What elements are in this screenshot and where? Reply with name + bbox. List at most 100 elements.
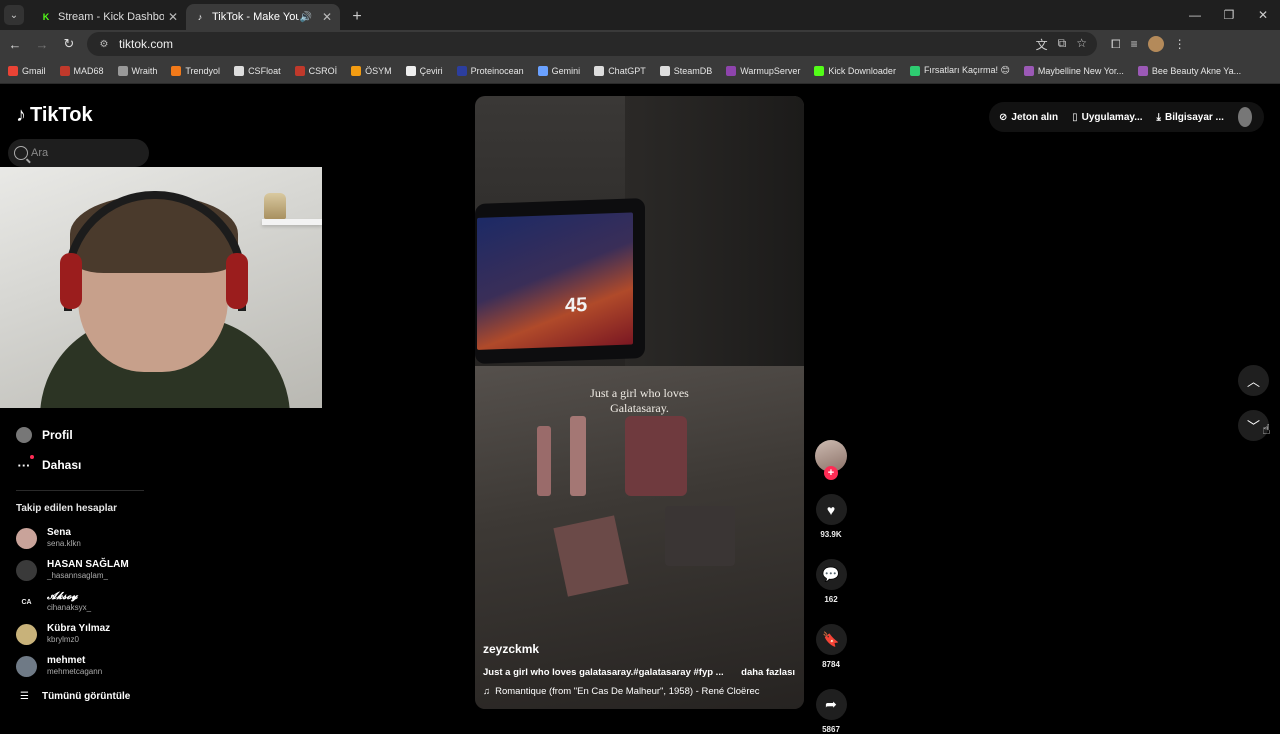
bookmark-favicon-icon bbox=[456, 65, 467, 76]
following-title: Takip edilen hesaplar bbox=[16, 503, 117, 514]
avatar bbox=[16, 655, 37, 677]
chevron-down-icon: ﹀ bbox=[1246, 419, 1260, 434]
bookmark-item[interactable]: CSFloat bbox=[234, 65, 281, 76]
bookmark-item[interactable]: Kick Downloader bbox=[814, 65, 896, 76]
address-bar[interactable]: ⚙ tiktok.com 文 ⧉ ☆ bbox=[87, 32, 1097, 56]
tab-title: TikTok - Make Your Day bbox=[212, 11, 300, 23]
top-actions-bar: ⊘ Jeton alın ▯ Uygulamay... ⤓ Bilgisayar ..… bbox=[989, 102, 1264, 132]
bookmark-star-icon[interactable]: ☆ bbox=[1076, 36, 1087, 53]
browser-toolbar: ← → ↻ ⚙ tiktok.com 文 ⧉ ☆ ⧠ ≡ ⋮ bbox=[0, 30, 1280, 58]
phone-icon: ▯ bbox=[1072, 111, 1078, 123]
window-close-icon[interactable]: ✕ bbox=[1246, 0, 1280, 30]
bookmark-item[interactable]: CSROİ bbox=[294, 65, 338, 76]
following-account[interactable]: mehmet mehmetcagann bbox=[16, 655, 102, 677]
url-text: tiktok.com bbox=[119, 37, 174, 51]
translate-icon[interactable]: 文 bbox=[1036, 36, 1048, 53]
bookmark-item[interactable]: SteamDB bbox=[659, 65, 712, 76]
speaker-icon[interactable]: 🔊 bbox=[299, 12, 311, 23]
video-author[interactable]: zeyzckmk bbox=[483, 642, 539, 656]
browser-tab-bar: ⌄ K Stream - Kick Dashboard ✕ ♪ TikTok -… bbox=[0, 0, 1280, 30]
following-account[interactable]: Kübra Yılmaz kbrylmz0 bbox=[16, 623, 110, 645]
bookmark-favicon-icon bbox=[726, 65, 737, 76]
chevron-up-icon: ︿ bbox=[1246, 374, 1260, 389]
user-avatar[interactable] bbox=[1237, 107, 1252, 127]
close-icon[interactable]: ✕ bbox=[168, 10, 178, 24]
bookmark-item[interactable]: Proteinocean bbox=[456, 65, 524, 76]
bookmark-item[interactable]: Gemini bbox=[537, 65, 580, 76]
restore-icon[interactable]: ❐ bbox=[1212, 0, 1246, 30]
forward-button[interactable]: → bbox=[30, 32, 54, 56]
bookmark-label: ChatGPT bbox=[608, 65, 646, 76]
bookmark-item[interactable]: Wraith bbox=[117, 65, 157, 76]
previous-video-button[interactable]: ︿ bbox=[1238, 365, 1269, 396]
media-controls-icon[interactable]: ≡ bbox=[1131, 37, 1138, 51]
author-avatar[interactable]: + bbox=[815, 440, 847, 480]
search-input[interactable]: Ara bbox=[8, 139, 149, 167]
bookmark-favicon-icon bbox=[294, 65, 305, 76]
new-tab-button[interactable]: + bbox=[346, 6, 368, 28]
music-note-icon: ♫ bbox=[483, 686, 491, 697]
like-button[interactable]: ♥ bbox=[815, 494, 847, 525]
close-icon[interactable]: ✕ bbox=[322, 10, 332, 24]
bookmark-item[interactable]: WarmupServer bbox=[726, 65, 800, 76]
heart-icon: ♥ bbox=[826, 501, 836, 518]
bookmark-label: MAD68 bbox=[73, 65, 104, 76]
sidebar-item-more[interactable]: ··· Dahası bbox=[16, 455, 82, 473]
account-username: mehmetcagann bbox=[47, 667, 103, 676]
account-name: HASAN SAĞLAM bbox=[47, 559, 129, 570]
browser-profile-avatar[interactable] bbox=[1147, 36, 1164, 52]
menu-icon[interactable]: ⋮ bbox=[1174, 37, 1186, 51]
tab-kick-dashboard[interactable]: K Stream - Kick Dashboard ✕ bbox=[32, 4, 186, 30]
bookmark-label: CSFloat bbox=[248, 65, 281, 76]
bookmark-favicon-icon bbox=[59, 65, 70, 76]
reload-button[interactable]: ↻ bbox=[57, 32, 81, 56]
following-account[interactable]: Sena sena.klkn bbox=[16, 527, 81, 549]
minimize-icon[interactable]: — bbox=[1178, 0, 1212, 30]
bookmark-icon: 🔖 bbox=[822, 631, 840, 647]
bookmark-item[interactable]: Maybelline New Yor... bbox=[1023, 65, 1124, 76]
follow-plus-icon[interactable]: + bbox=[824, 466, 838, 480]
save-count: 8784 bbox=[822, 660, 840, 669]
bookmark-item[interactable]: Bee Beauty Akne Ya... bbox=[1137, 65, 1242, 76]
bookmark-item[interactable]: Gmail bbox=[8, 65, 46, 76]
desktop-app-button[interactable]: ⤓ Bilgisayar ... bbox=[1157, 112, 1224, 123]
site-info-icon[interactable]: ⚙ bbox=[97, 37, 111, 51]
save-button[interactable]: 🔖 bbox=[815, 624, 847, 655]
extensions-icon[interactable]: ⧠ bbox=[1111, 37, 1121, 52]
bookmark-favicon-icon bbox=[909, 65, 920, 76]
get-coins-button[interactable]: ⊘ Jeton alın bbox=[999, 112, 1058, 123]
back-button[interactable]: ← bbox=[3, 32, 27, 56]
bookmark-label: ÖSYM bbox=[365, 65, 392, 76]
avatar bbox=[16, 527, 37, 549]
more-link[interactable]: daha fazlası bbox=[741, 667, 795, 678]
tab-search-button[interactable]: ⌄ bbox=[4, 5, 24, 25]
video-music[interactable]: ♫ Romantique (from "En Cas De Malheur", … bbox=[483, 686, 760, 697]
sidebar-item-profile[interactable]: Profil bbox=[16, 427, 73, 443]
install-icon[interactable]: ⧉ bbox=[1058, 36, 1067, 53]
video-player[interactable]: 45 Just a girl who loves Galatasaray. ze… bbox=[475, 96, 804, 709]
like-count: 93.9K bbox=[820, 530, 842, 539]
bookmark-item[interactable]: ÖSYM bbox=[351, 65, 392, 76]
comment-button[interactable]: 💬 bbox=[815, 559, 847, 590]
tab-tiktok[interactable]: ♪ TikTok - Make Your Day 🔊 ✕ bbox=[186, 4, 340, 30]
bookmark-item[interactable]: ChatGPT bbox=[594, 65, 646, 76]
bookmark-item[interactable]: MAD68 bbox=[59, 65, 104, 76]
get-app-button[interactable]: ▯ Uygulamay... bbox=[1072, 112, 1142, 123]
share-button[interactable]: ➦ bbox=[815, 689, 847, 720]
bookmark-item[interactable]: Çeviri bbox=[405, 65, 443, 76]
search-placeholder: Ara bbox=[31, 147, 49, 159]
sidebar-item-label: Dahası bbox=[42, 458, 82, 472]
tab-title: Stream - Kick Dashboard bbox=[58, 11, 164, 23]
bookmark-label: Bee Beauty Akne Ya... bbox=[1151, 65, 1242, 76]
more-dots-icon: ··· bbox=[17, 455, 34, 473]
following-account[interactable]: CA 𝓐𝓴𝓼𝓸𝔂 cihanaksyx_ bbox=[16, 591, 91, 613]
bookmark-item[interactable]: Trendyol bbox=[171, 65, 220, 76]
bookmark-item[interactable]: Fırsatları Kaçırma! 😊 bbox=[909, 65, 1010, 76]
avatar bbox=[16, 559, 37, 581]
tiktok-logo[interactable]: ♪ TikTok bbox=[16, 104, 93, 127]
see-all-button[interactable]: ☰ Tümünü görüntüle bbox=[20, 691, 130, 702]
bookmark-label: CSROİ bbox=[308, 65, 338, 76]
following-account[interactable]: HASAN SAĞLAM _hasannsaglam_ bbox=[16, 559, 129, 581]
bookmark-label: Gmail bbox=[22, 65, 46, 76]
music-title: Romantique (from "En Cas De Malheur", 19… bbox=[495, 686, 760, 697]
